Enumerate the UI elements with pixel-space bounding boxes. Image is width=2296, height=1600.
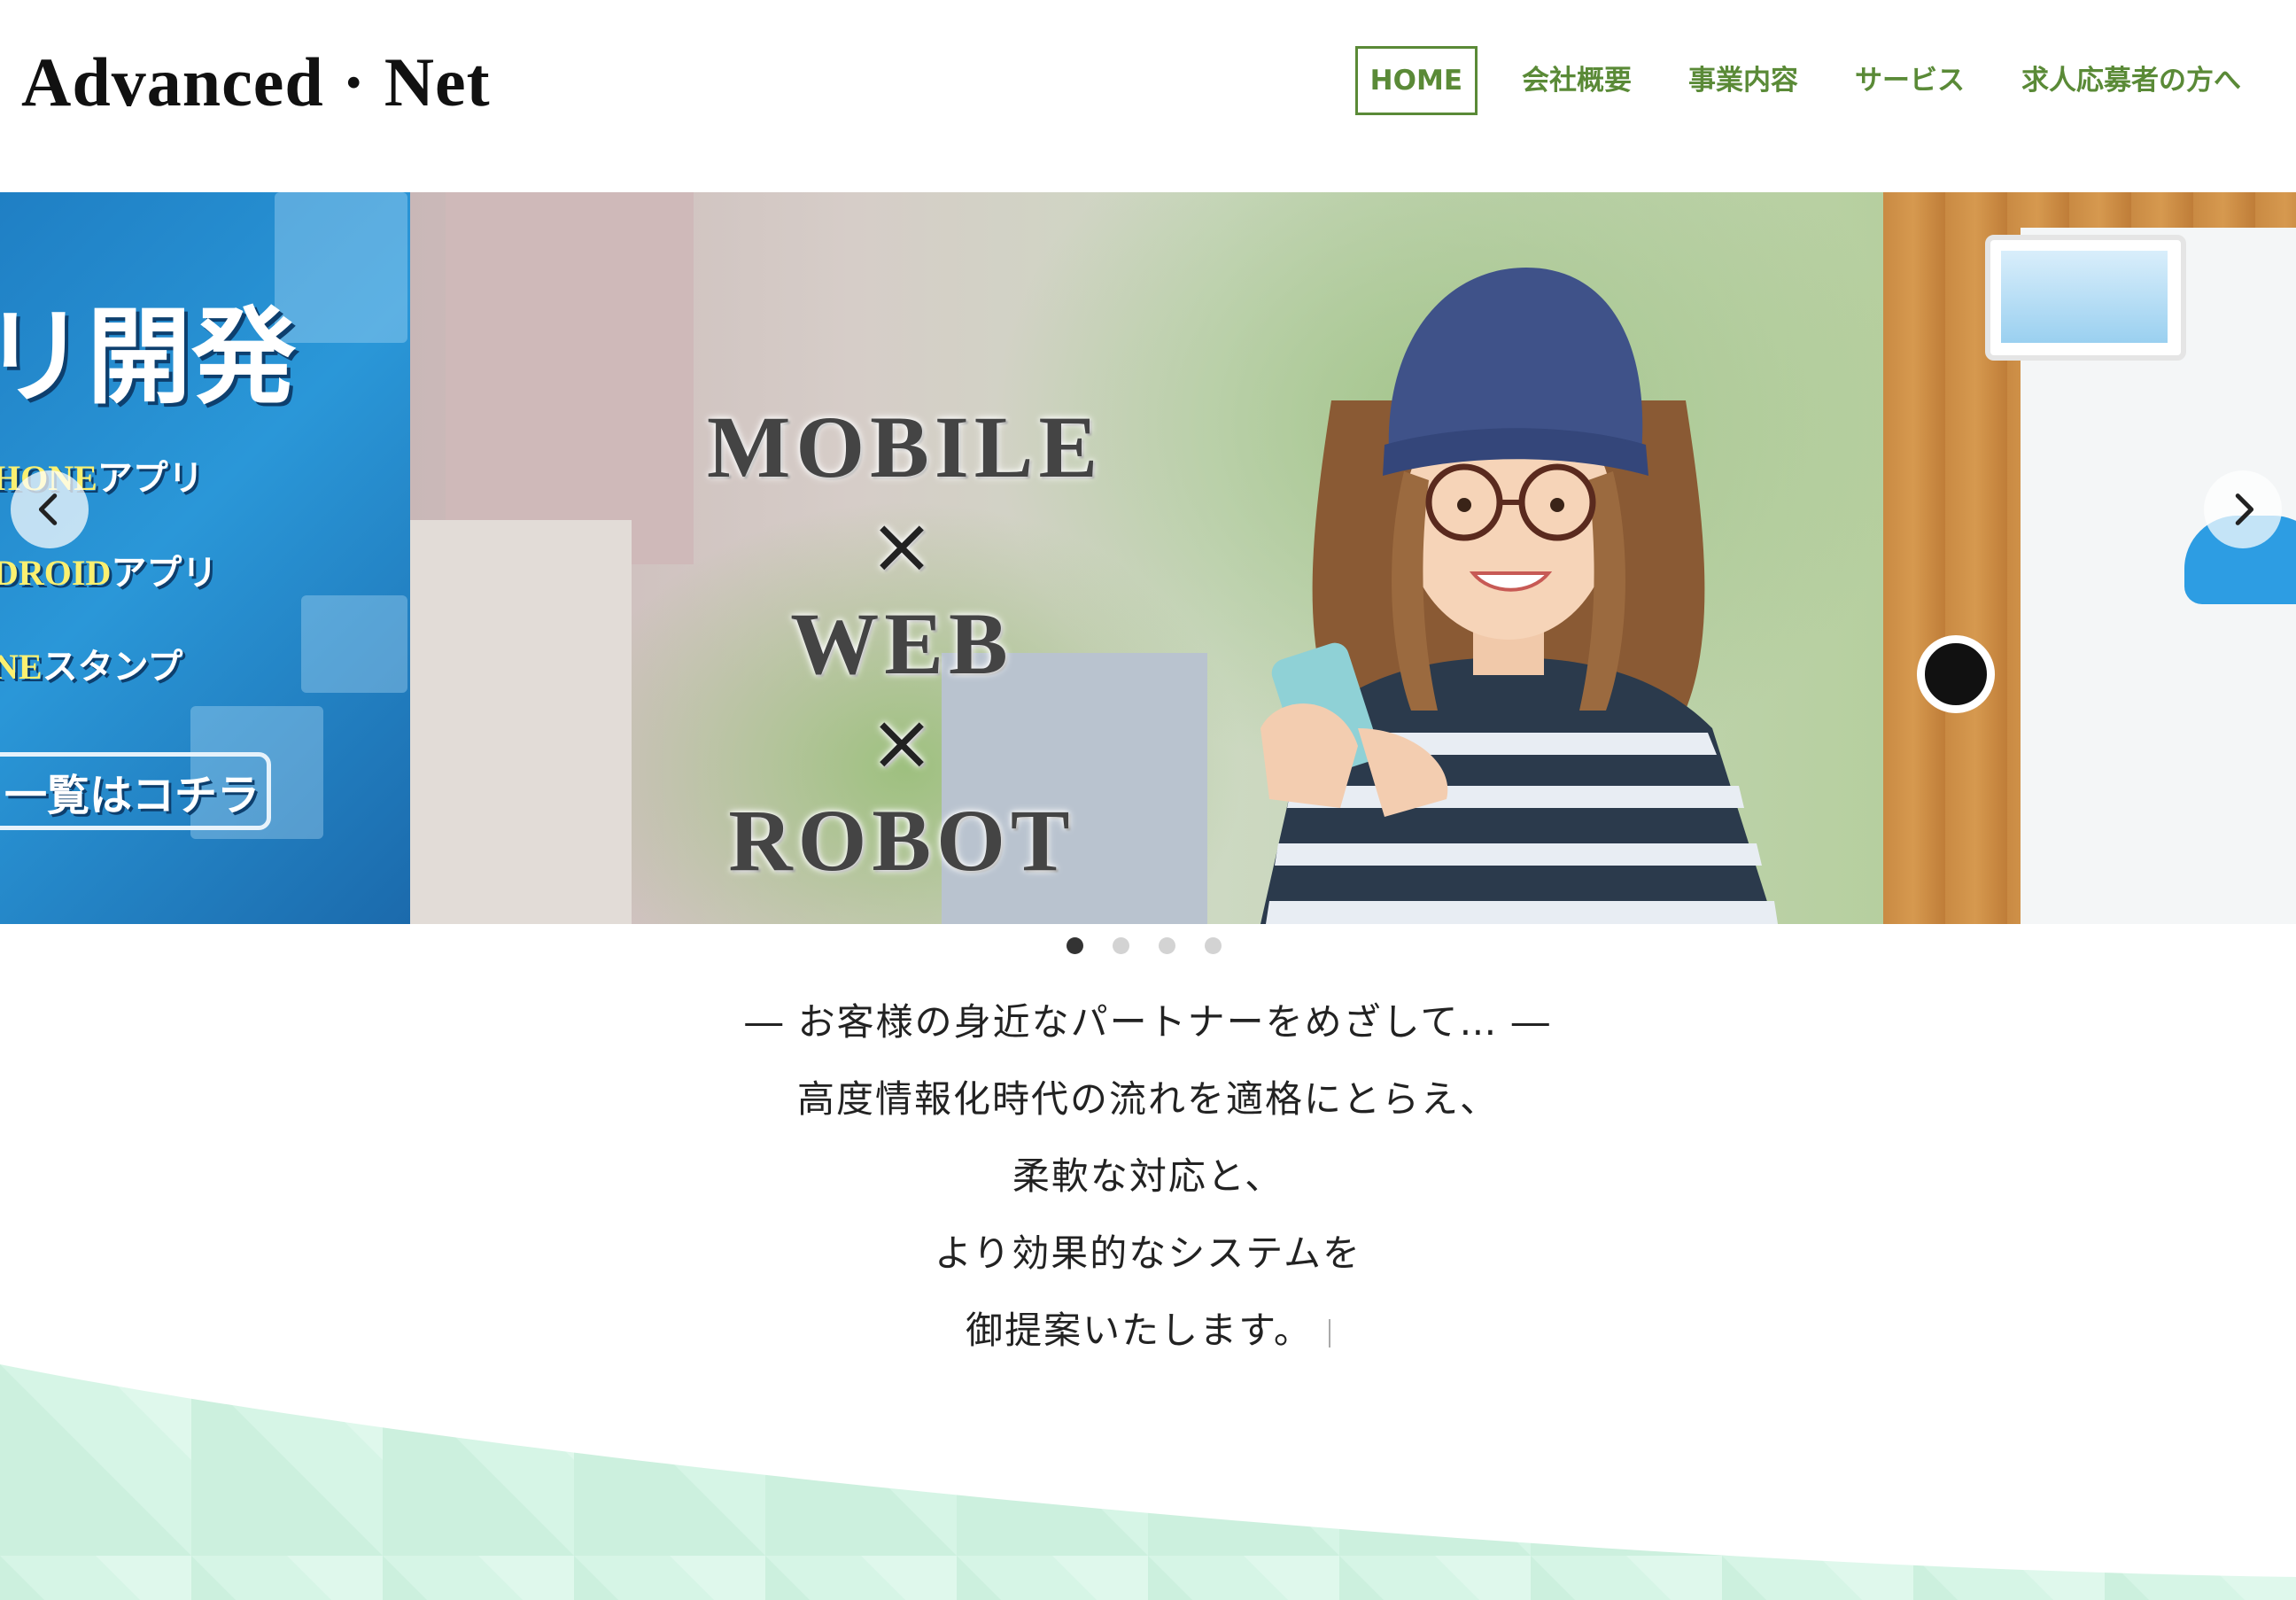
carousel-prev-button[interactable] [11, 470, 89, 548]
main-nav: HOME 会社概要 事業内容 サービス 求人応募者の方へ [1354, 46, 2269, 115]
woman-with-smartphone-image [1260, 268, 1778, 924]
slide-word: MOBILE [707, 398, 1104, 496]
carousel-dot-4[interactable] [1205, 937, 1222, 954]
carousel-dots [1067, 937, 1251, 954]
intro-line: 柔軟な対応と、 [1012, 1154, 1284, 1198]
view-list-button[interactable]: 一覧はコチラ [0, 752, 271, 830]
chevron-left-icon [38, 493, 58, 525]
site-header: Advanced · Net HOME 会社概要 事業内容 サービス 求人応募者… [0, 0, 2296, 192]
chevron-right-icon [2235, 493, 2254, 525]
carousel-dot-1[interactable] [1067, 937, 1083, 954]
hero-carousel: リ開発 HONEアプリ DROIDアプリ NEスタンプ 一覧はコチラ MOBIL… [0, 192, 2296, 924]
carousel-dot-2[interactable] [1113, 937, 1129, 954]
slide-list-highlight: NE [0, 647, 43, 687]
slide-app-development[interactable]: リ開発 HONEアプリ DROIDアプリ NEスタンプ 一覧はコチラ [0, 192, 410, 924]
slide-list-highlight: DROID [0, 553, 112, 593]
intro-line-text: 御提案いたします。 [966, 1309, 1313, 1352]
nav-item-recruit[interactable]: 求人応募者の方へ [1993, 48, 2269, 113]
intro-line: より効果的なシステムを [935, 1231, 1361, 1275]
slide-cross: × [869, 500, 935, 591]
slide-heading: リ開発 [0, 296, 297, 418]
carousel-dot-3[interactable] [1159, 937, 1175, 954]
slide-list-text: スタンプ [42, 647, 183, 687]
nav-item-home[interactable]: HOME [1354, 46, 1478, 115]
intro-message: ― お客様の身近なパートナーをめざして… ― 高度情報化時代の流れを適格にとらえ… [0, 983, 2296, 1369]
carousel-next-button[interactable] [2204, 470, 2282, 548]
background-building [446, 192, 694, 564]
intro-line: ― お客様の身近なパートナーをめざして… ― [745, 1000, 1551, 1044]
slide-mobile-web-robot[interactable]: MOBILE × WEB × ROBOT [410, 192, 1883, 924]
slide-list-item: DROIDアプリ [0, 544, 217, 595]
nav-item-company[interactable]: 会社概要 [1493, 48, 1660, 113]
slide-word: ROBOT [728, 791, 1075, 889]
decorative-mint-band [0, 1364, 2296, 1600]
slide-word: WEB [790, 594, 1013, 693]
tablet-device [1985, 235, 2186, 361]
background-building [410, 520, 632, 924]
slide-list-text: アプリ [111, 553, 218, 594]
typing-cursor [1328, 1318, 1330, 1348]
tablet-screen [2001, 251, 2168, 343]
slide-cross: × [869, 696, 935, 788]
slide-list-item: NEスタンプ [0, 638, 182, 689]
slide-cloud-data[interactable] [1883, 192, 2296, 924]
intro-line-last: 御提案いたします。 [0, 1292, 2296, 1369]
slide-list-text: アプリ [97, 458, 204, 499]
intro-line: 高度情報化時代の流れを適格にとらえ、 [796, 1077, 1499, 1121]
nav-item-business[interactable]: 事業内容 [1660, 48, 1827, 113]
slide-tagline: MOBILE × WEB × ROBOT [707, 398, 1104, 890]
coffee-cup [1917, 635, 1995, 713]
decor-tile [301, 595, 407, 693]
nav-item-services[interactable]: サービス [1827, 48, 1993, 113]
site-logo[interactable]: Advanced · Net [21, 43, 491, 122]
